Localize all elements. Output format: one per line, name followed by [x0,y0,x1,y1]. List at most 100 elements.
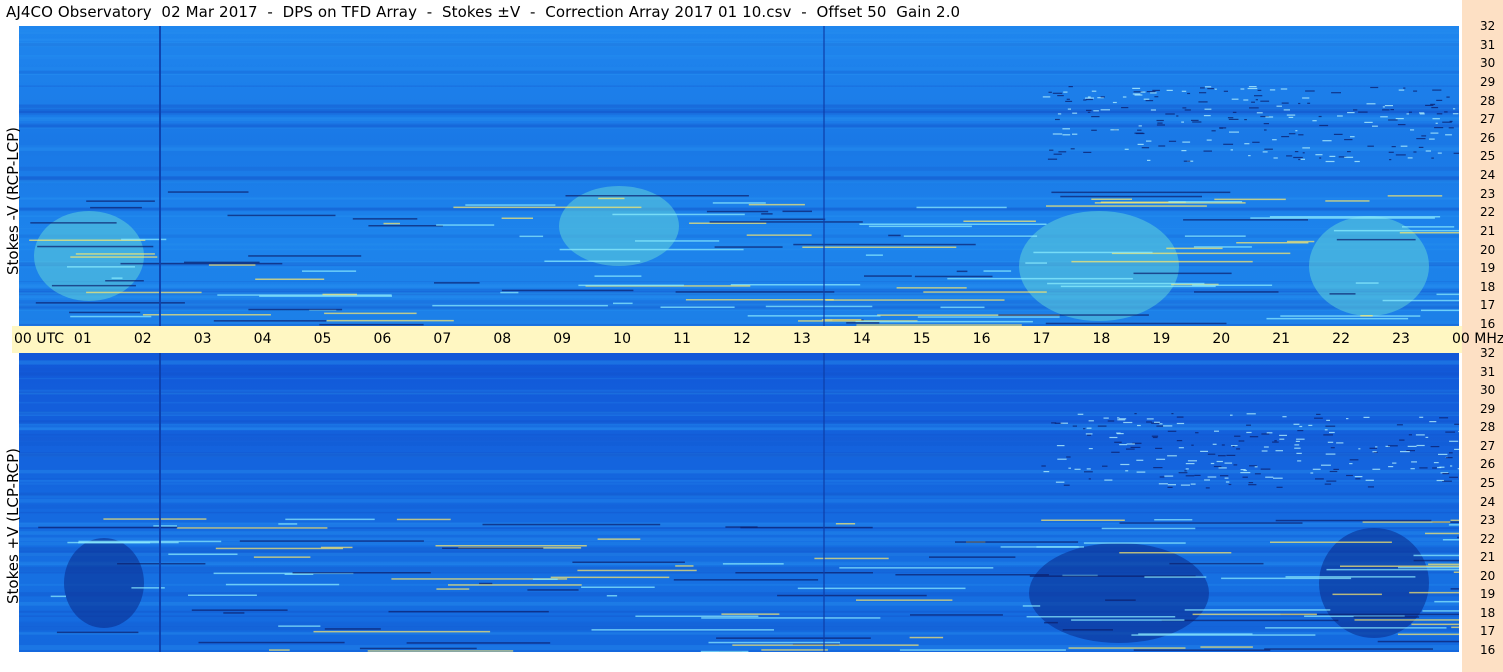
burst-sparkle [1454,423,1459,425]
burst-sparkle [1205,487,1210,489]
burst-sparkle [1436,99,1443,101]
burst-sparkle [1134,413,1137,415]
burst-sparkle [1365,479,1374,481]
burst-sparkle [1198,101,1208,103]
frequency-tick-label: 32 [1480,19,1496,33]
frequency-tick-label: 23 [1480,186,1496,201]
burst-sparkle [1397,124,1406,126]
burst-sparkle [1353,109,1358,111]
dark-emission-region [1319,528,1429,638]
burst-sparkle [1247,87,1258,90]
rfi-streak [1250,217,1435,219]
rfi-streak [120,262,283,265]
burst-sparkle [1288,116,1294,118]
burst-sparkle [1437,466,1442,469]
rfi-streak [708,641,840,644]
burst-sparkle [1430,446,1440,448]
spectral-band [19,166,1459,171]
rfi-streak [436,588,470,590]
frequency-tick-label: 24 [1480,168,1496,182]
spectral-band [19,507,1459,509]
time-tick-label: 13 [792,331,811,347]
burst-sparkle [1066,456,1071,458]
burst-sparkle [1331,92,1341,94]
burst-sparkle [1224,462,1233,464]
burst-sparkle [1218,467,1227,469]
burst-sparkle [1452,113,1459,115]
rfi-streak [1399,232,1459,234]
burst-sparkle [1400,451,1410,453]
burst-sparkle [1231,98,1239,100]
rfi-streak [1265,627,1447,629]
burst-sparkle [1224,477,1229,479]
rfi-streak [56,631,139,634]
burst-sparkle [1408,111,1412,113]
rfi-streak [278,523,298,525]
burst-sparkle [1395,154,1406,156]
rfi-streak [1045,322,1227,325]
burst-sparkle [1364,121,1373,123]
burst-sparkle [1218,455,1226,457]
spectral-band [19,391,1459,395]
burst-sparkle [1294,444,1300,446]
burst-sparkle [1153,467,1163,469]
burst-sparkle [1137,129,1142,131]
rfi-streak [436,224,495,226]
burst-sparkle [1262,151,1268,153]
rfi-streak [1046,205,1207,207]
spectral-band [19,67,1459,70]
burst-sparkle [1091,90,1097,92]
frequency-tick-label: 22 [1480,531,1496,546]
burst-sparkle [1349,463,1353,465]
burst-sparkle [1164,475,1174,477]
rfi-streak [167,191,249,193]
burst-sparkle [1445,457,1453,459]
burst-sparkle [1298,158,1301,161]
burst-sparkle [1152,89,1160,91]
burst-sparkle [1093,110,1099,112]
spectral-band [19,442,1459,446]
burst-sparkle [1458,430,1459,433]
burst-sparkle [1088,448,1093,450]
burst-sparkle [1055,118,1060,121]
rfi-streak [442,547,544,549]
burst-sparkle [1176,440,1183,442]
frequency-tick-label: 31 [1480,364,1496,379]
burst-sparkle [1146,418,1154,420]
burst-sparkle [1195,432,1199,434]
burst-sparkle [1437,152,1442,154]
rfi-streak [292,572,431,574]
burst-sparkle [1326,419,1330,421]
burst-sparkle [1178,447,1184,449]
burst-sparkle [1372,451,1377,453]
burst-sparkle [1168,140,1177,142]
burst-sparkle [1091,116,1100,118]
rfi-streak [501,289,634,292]
burst-sparkle [1072,112,1078,114]
frequency-tick-label: 26 [1480,130,1496,145]
rfi-streak [75,253,155,255]
burst-sparkle [1396,424,1403,426]
rfi-streak [714,246,783,248]
rfi-streak [865,254,883,256]
burst-sparkle [1432,118,1440,120]
rfi-streak [1340,565,1459,567]
spectral-band [19,367,1459,372]
burst-sparkle [1085,97,1094,99]
rfi-streak [176,527,328,529]
rfi-streak [544,260,641,262]
rfi-streak [227,214,336,217]
rfi-streak [302,270,357,272]
rfi-streak [1138,633,1253,635]
rfi-streak [888,234,901,237]
burst-sparkle [1448,127,1454,129]
burst-sparkle [1087,111,1091,113]
burst-sparkle [1354,476,1363,478]
burst-sparkle [1199,92,1207,94]
burst-sparkle [1408,434,1412,436]
burst-sparkle [1221,444,1225,446]
rfi-streak [1413,559,1459,562]
burst-sparkle [1058,151,1067,153]
spectral-band [19,243,1459,246]
frequency-tick-label: 31 [1480,37,1496,52]
